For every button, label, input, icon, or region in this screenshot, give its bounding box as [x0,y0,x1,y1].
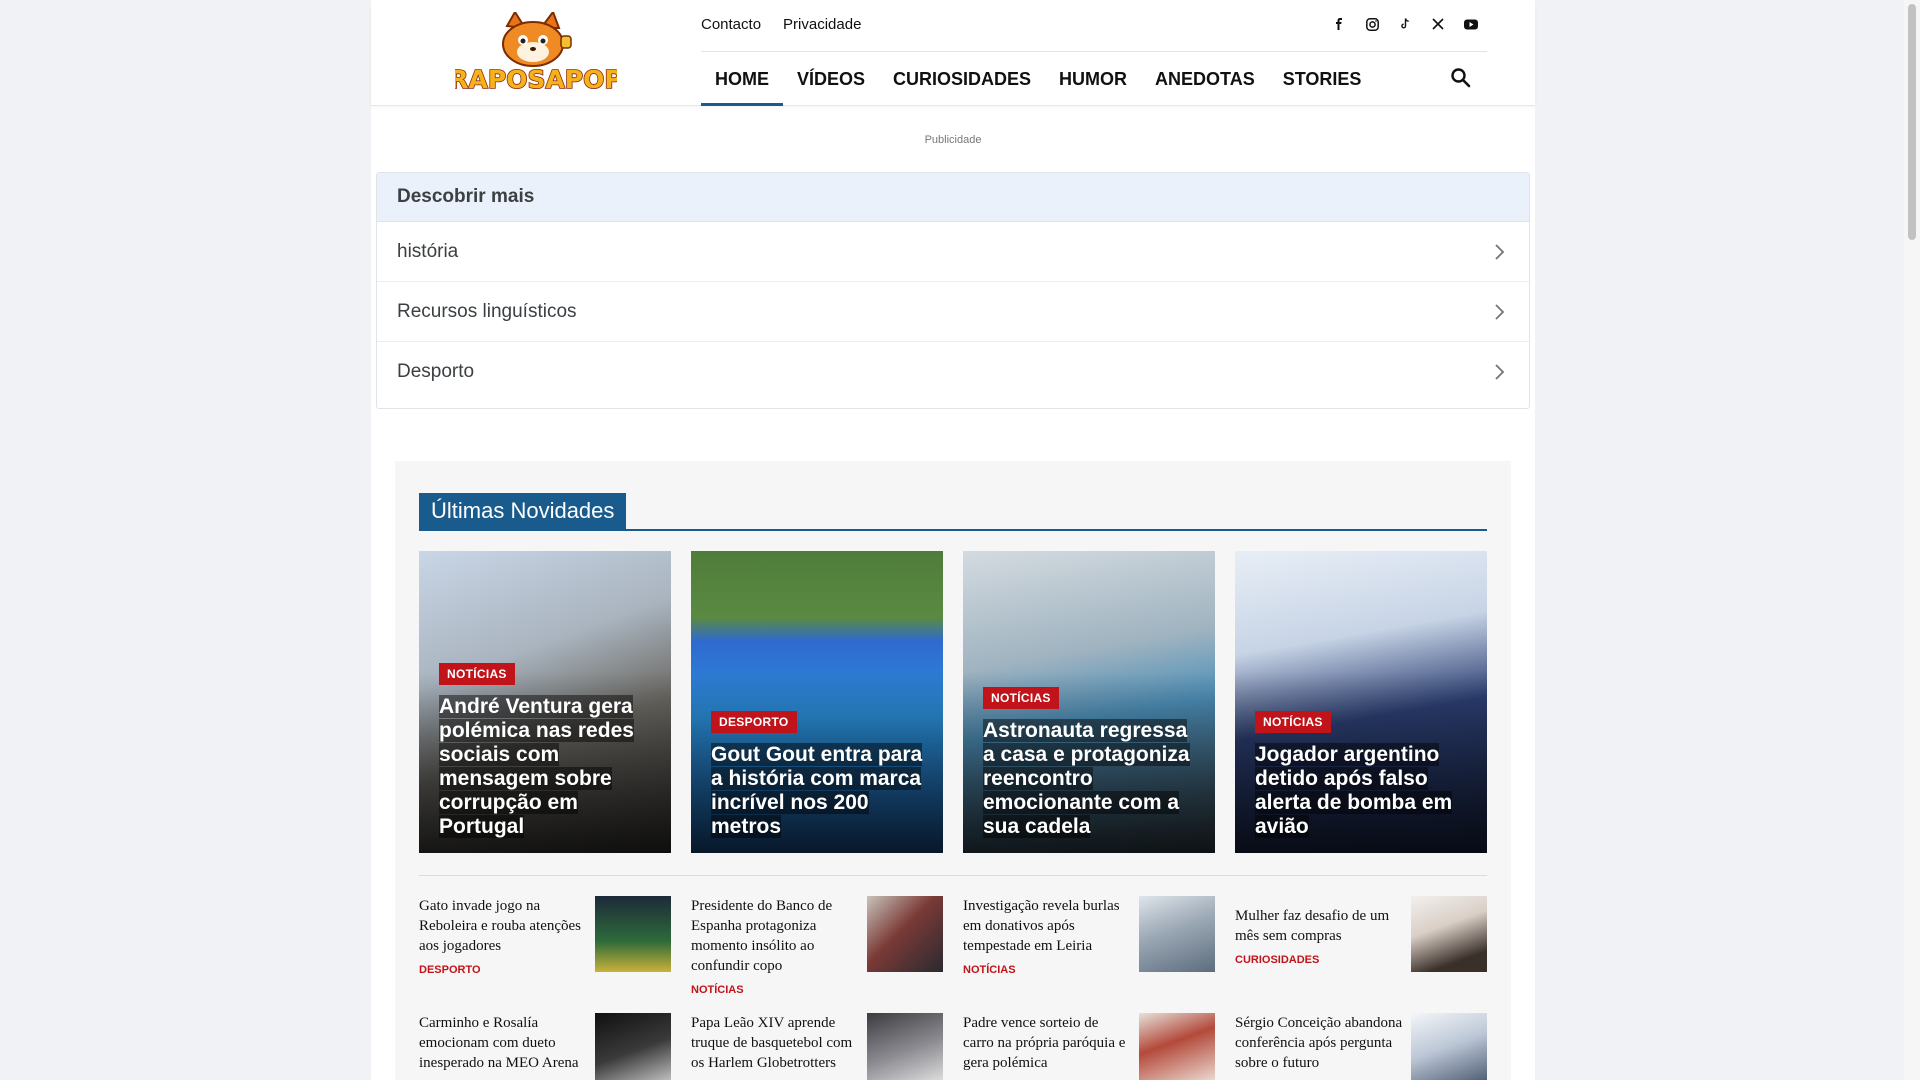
list-item-thumbnail[interactable] [1411,1013,1487,1080]
list-item-title[interactable]: Papa Leão XIV aprende truque de basquete… [691,1015,852,1071]
list-item[interactable]: Gato invade jogo na Reboleira e rouba at… [419,896,671,996]
nav-stories[interactable]: STORIES [1269,54,1376,106]
chevron-right-icon [1495,243,1505,260]
category-badge[interactable]: NOTÍCIAS [983,687,1059,709]
chevron-right-icon [1495,303,1505,320]
top-menu: Contacto Privacidade [701,16,861,33]
list-item-thumbnail[interactable] [1139,896,1215,972]
list-item-title[interactable]: Carminho e Rosalía emocionam com dueto i… [419,1015,579,1071]
list-item-title[interactable]: Mulher faz desafio de um mês sem compras [1235,908,1389,944]
discover-item-label: Desporto [397,361,475,382]
discover-item[interactable]: Desporto [377,342,1529,402]
list-item[interactable]: Padre vence sorteio de carro na própria … [963,1013,1215,1080]
nav-anedotas[interactable]: ANEDOTAS [1141,54,1269,106]
list-item[interactable]: Presidente do Banco de Espanha protagoni… [691,896,943,996]
featured-title[interactable]: André Ventura gera polémica nas redes so… [439,695,634,838]
nav-curiosidades[interactable]: CURIOSIDADES [879,54,1045,106]
section-title-bar: Últimas Novidades [419,493,1487,531]
list-item-category[interactable]: DESPORTO [419,960,587,980]
list-item-thumbnail[interactable] [1411,896,1487,972]
list-item-category[interactable]: NOTÍCIAS [691,980,859,1000]
discover-item-label: Recursos linguísticos [397,300,577,322]
discover-item-label: história [397,240,459,262]
scrollbar-thumb[interactable] [1908,4,1916,240]
page-container: RAPOSAPOP Contacto Privacidade HOME VÍDE… [371,0,1535,1080]
raposapop-logo[interactable]: RAPOSAPOP [455,12,617,94]
featured-card[interactable]: NOTÍCIAS André Ventura gera polémica nas… [419,551,671,853]
list-item-thumbnail[interactable] [595,896,671,972]
youtube-icon[interactable] [1463,16,1479,32]
social-links [1331,16,1479,32]
list-item-thumbnail[interactable] [867,1013,943,1080]
latest-news-section: Últimas Novidades NOTÍCIAS André Ventura… [395,461,1511,1080]
discover-item[interactable]: Recursos linguísticos [377,282,1529,342]
featured-card[interactable]: NOTÍCIAS Astronauta regressa a casa e pr… [963,551,1215,853]
nav-videos[interactable]: VÍDEOS [783,54,879,106]
top-link-contacto[interactable]: Contacto [701,16,761,33]
page-scrollbar[interactable] [1904,0,1920,1080]
list-item[interactable]: Papa Leão XIV aprende truque de basquete… [691,1013,943,1080]
list-item[interactable]: Investigação revela burlas em donativos … [963,896,1215,996]
site-header: RAPOSAPOP Contacto Privacidade HOME VÍDE… [371,0,1535,106]
list-item-title[interactable]: Gato invade jogo na Reboleira e rouba at… [419,898,581,954]
instagram-icon[interactable] [1364,16,1380,32]
list-item[interactable]: Mulher faz desafio de um mês sem compras… [1235,896,1487,996]
featured-card[interactable]: DESPORTO Gout Gout entra para a história… [691,551,943,853]
list-item-thumbnail[interactable] [595,1013,671,1080]
discover-title: Descobrir mais [377,173,1529,222]
discover-item[interactable]: história [377,222,1529,282]
category-badge[interactable]: NOTÍCIAS [439,663,515,685]
nav-home[interactable]: HOME [701,54,783,106]
logo-wordmark: RAPOSAPOP [455,65,617,94]
chevron-right-icon [1495,364,1505,380]
list-item-title[interactable]: Padre vence sorteio de carro na própria … [963,1015,1125,1071]
search-icon[interactable] [1449,66,1473,90]
x-icon[interactable] [1430,16,1446,32]
discover-more-box: Descobrir mais história Recursos linguís… [376,172,1530,409]
header-divider [701,51,1487,52]
nav-humor[interactable]: HUMOR [1045,54,1141,106]
facebook-icon[interactable] [1331,16,1347,32]
list-item-title[interactable]: Presidente do Banco de Espanha protagoni… [691,898,832,974]
list-item-thumbnail[interactable] [867,896,943,972]
tiktok-icon[interactable] [1397,16,1413,32]
list-item-category[interactable]: CURIOSIDADES [1235,950,1403,970]
featured-title[interactable]: Jogador argentino detido após falso aler… [1255,743,1453,838]
list-item-title[interactable]: Sérgio Conceição abandona conferência ap… [1235,1015,1402,1071]
main-nav: HOME VÍDEOS CURIOSIDADES HUMOR ANEDOTAS … [701,54,1375,106]
featured-title[interactable]: Gout Gout entra para a história com marc… [711,743,923,838]
list-item[interactable]: Carminho e Rosalía emocionam com dueto i… [419,1013,671,1080]
category-badge[interactable]: NOTÍCIAS [1255,711,1331,733]
featured-title[interactable]: Astronauta regressa a casa e protagoniza… [983,719,1190,838]
category-badge[interactable]: DESPORTO [711,711,797,733]
list-item-thumbnail[interactable] [1139,1013,1215,1080]
list-item-title[interactable]: Investigação revela burlas em donativos … [963,898,1120,954]
ad-label: Publicidade [924,134,982,146]
featured-card[interactable]: NOTÍCIAS Jogador argentino detido após f… [1235,551,1487,853]
section-title: Últimas Novidades [419,493,627,529]
list-item-category[interactable]: NOTÍCIAS [963,960,1131,980]
top-link-privacidade[interactable]: Privacidade [783,16,861,33]
section-divider [419,875,1487,876]
list-item[interactable]: Sérgio Conceição abandona conferência ap… [1235,1013,1487,1080]
